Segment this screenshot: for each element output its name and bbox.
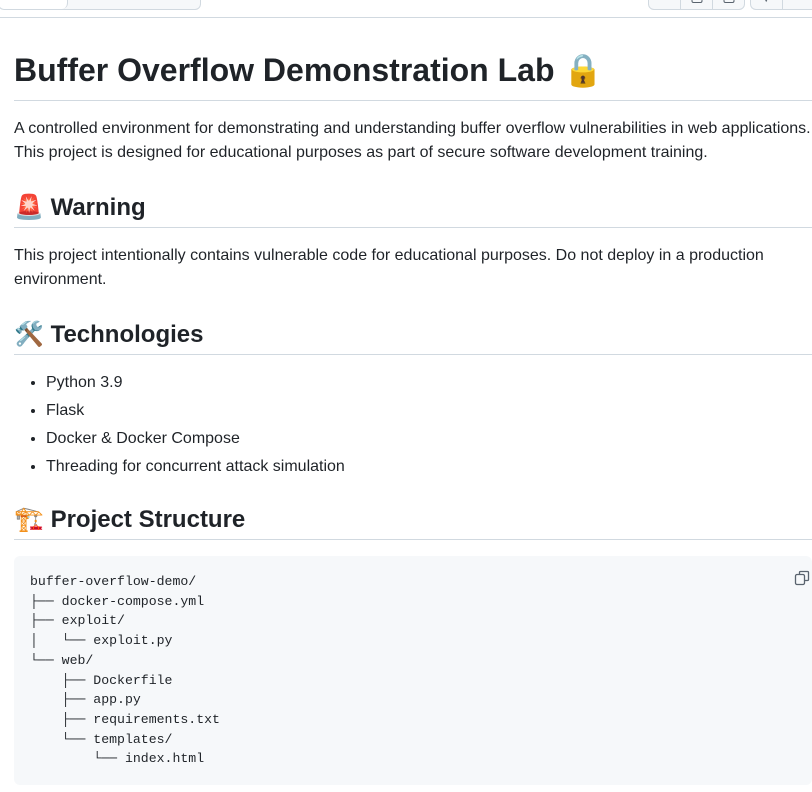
project-structure-code: buffer-overflow-demo/ ├── docker-compose…: [30, 574, 220, 767]
structure-heading-text: Project Structure: [50, 506, 246, 533]
raw-button[interactable]: [649, 0, 680, 9]
project-structure-codeblock: buffer-overflow-demo/ ├── docker-compose…: [14, 556, 812, 785]
copy-icon[interactable]: [794, 570, 810, 586]
copy-raw-button[interactable]: [680, 0, 712, 9]
copy-icon: [691, 0, 702, 3]
technologies-heading-text: Technologies: [50, 321, 204, 348]
file-toolbar: ▼: [0, 0, 812, 18]
tools-icon: 🛠️: [14, 320, 44, 348]
file-actions-group: [648, 0, 745, 10]
warning-paragraph: This project intentionally contains vuln…: [14, 247, 764, 288]
siren-icon: 🚨: [14, 193, 44, 221]
edit-button[interactable]: ▼: [751, 0, 782, 9]
edit-actions-group: ▼: [750, 0, 812, 10]
list-item: Python 3.9: [46, 369, 812, 397]
list-item: Flask: [46, 397, 812, 425]
list-item: Docker & Docker Compose: [46, 425, 812, 453]
building-construction-icon: 🏗️: [14, 505, 44, 533]
structure-heading: 🏗️ Project Structure: [14, 499, 812, 540]
technologies-list: Python 3.9 Flask Docker & Docker Compose…: [14, 369, 812, 481]
intro-paragraph: A controlled environment for demonstrati…: [14, 120, 811, 161]
page-title: Buffer Overflow Demonstration Lab 🔒: [14, 40, 812, 101]
lock-icon: 🔒: [563, 51, 604, 89]
title-text: Buffer Overflow Demonstration Lab: [14, 52, 555, 88]
outline-button[interactable]: [781, 0, 812, 9]
warning-heading-text: Warning: [50, 194, 146, 221]
list-item: Threading for concurrent attack simulati…: [46, 453, 812, 481]
chevron-down-icon: ▼: [762, 0, 771, 4]
download-icon: [723, 0, 734, 3]
view-mode-toggle[interactable]: [0, 0, 201, 10]
preview-tab[interactable]: [0, 0, 68, 9]
download-button[interactable]: [712, 0, 744, 9]
technologies-heading: 🛠️ Technologies: [14, 314, 812, 355]
readme-content: Buffer Overflow Demonstration Lab 🔒 A co…: [14, 40, 812, 785]
warning-heading: 🚨 Warning: [14, 187, 812, 228]
